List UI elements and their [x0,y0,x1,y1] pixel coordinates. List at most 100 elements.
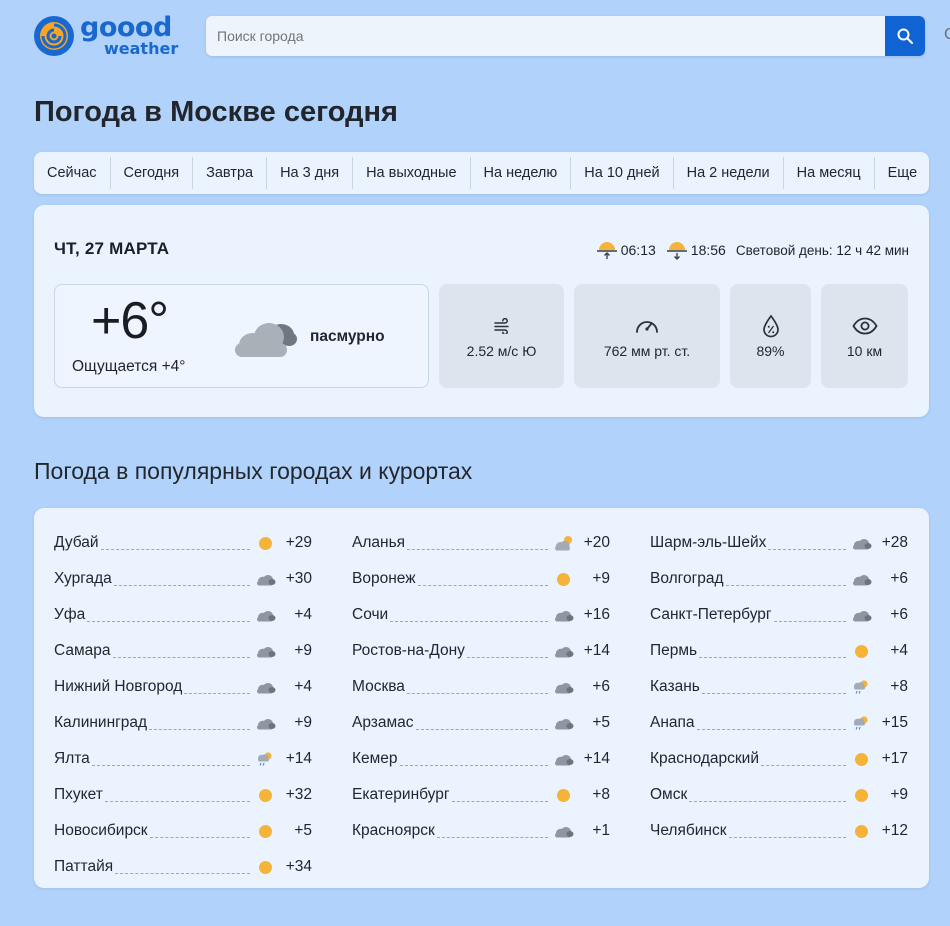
rain-sun-icon [850,679,872,695]
popular-cities-title: Погода в популярных городах и курортах [34,458,473,484]
city-row[interactable]: Ялта +14 [54,741,312,777]
logo[interactable]: goood weather [34,12,178,58]
dotted-leader [689,800,846,802]
dotted-leader [87,620,250,622]
sun-icon [850,751,872,767]
city-row[interactable]: Пермь +4 [650,633,908,669]
city-temperature: +30 [285,570,312,587]
tab-0[interactable]: Сейчас [34,157,111,189]
city-row[interactable]: Красноярск +1 [352,813,610,849]
city-row[interactable]: Сочи +16 [352,597,610,633]
city-name[interactable]: Волгоград [650,570,724,588]
tab-8[interactable]: На месяц [784,157,875,189]
city-name[interactable]: Сочи [352,606,388,624]
city-row[interactable]: Пхукет +32 [54,777,312,813]
city-row[interactable]: Екатеринбург +8 [352,777,610,813]
dotted-leader [415,728,548,730]
city-name[interactable]: Хургада [54,570,112,588]
city-name[interactable]: Аланья [352,534,405,552]
city-temperature: +9 [294,642,312,659]
city-row[interactable]: Шарм-эль-Шейх +28 [650,525,908,561]
dotted-leader [407,548,548,550]
page-title: Погода в Москве сегодня [34,96,398,128]
dotted-leader [699,656,846,658]
city-name[interactable]: Арзамас [352,714,414,732]
wind-icon [493,318,509,334]
city-name[interactable]: Ростов-на-Дону [352,642,465,660]
city-name[interactable]: Казань [650,678,700,696]
city-name[interactable]: Екатеринбург [352,786,450,804]
cloud-icon [552,679,574,695]
city-row[interactable]: Дубай +29 [54,525,312,561]
city-row[interactable]: Омск +9 [650,777,908,813]
tab-6[interactable]: На 10 дней [571,157,674,189]
city-name[interactable]: Москва [352,678,405,696]
city-name[interactable]: Кемер [352,750,398,768]
city-row[interactable]: Аланья +20 [352,525,610,561]
city-row[interactable]: Челябинск +12 [650,813,908,849]
city-name[interactable]: Калининград [54,714,147,732]
visibility-metric: 10 км [821,284,908,388]
cloud-icon [850,607,872,623]
sun-icon [254,859,276,875]
sunset-time: 18:56 [690,242,726,258]
city-name[interactable]: Новосибирск [54,822,148,840]
tab-9[interactable]: Еще [875,157,931,189]
city-name[interactable]: Краснодарский [650,750,759,768]
sun-icon [254,823,276,839]
popular-cities-card: Дубай +29 Хургада +30 Уфа +4 Самара +9 Нижний Но… [34,508,929,888]
city-name[interactable]: Нижний Новгород [54,678,182,696]
city-row[interactable]: Арзамас +5 [352,705,610,741]
city-row[interactable]: Казань +8 [650,669,908,705]
city-row[interactable]: Нижний Новгород +4 [54,669,312,705]
city-name[interactable]: Паттайя [54,858,113,876]
city-row[interactable]: Ростов-на-Дону +14 [352,633,610,669]
cloud-icon [254,607,276,623]
city-row[interactable]: Калининград +9 [54,705,312,741]
search-input[interactable] [206,16,885,56]
city-row[interactable]: Кемер +14 [352,741,610,777]
city-row[interactable]: Уфа +4 [54,597,312,633]
search-icon [897,28,913,44]
city-row[interactable]: Хургада +30 [54,561,312,597]
city-name[interactable]: Шарм-эль-Шейх [650,534,766,552]
city-row[interactable]: Самара +9 [54,633,312,669]
city-row[interactable]: Воронеж +9 [352,561,610,597]
city-temperature: +32 [285,786,312,803]
city-row[interactable]: Волгоград +6 [650,561,908,597]
tab-2[interactable]: Завтра [193,157,268,189]
city-name[interactable]: Анапа [650,714,695,732]
city-row[interactable]: Краснодарский +17 [650,741,908,777]
city-name[interactable]: Пхукет [54,786,103,804]
city-row[interactable]: Новосибирск +5 [54,813,312,849]
cloud-icon [254,571,276,587]
tab-4[interactable]: На выходные [353,157,471,189]
temperature-box: +6° Ощущается +4° пасмурно [54,284,429,388]
cloud-icon [254,679,276,695]
tab-7[interactable]: На 2 недели [674,157,784,189]
city-name[interactable]: Самара [54,642,111,660]
city-name[interactable]: Челябинск [650,822,727,840]
city-row[interactable]: Паттайя +34 [54,849,312,885]
city-name[interactable]: Ялта [54,750,90,768]
city-name[interactable]: Омск [650,786,687,804]
cloud-icon [235,323,297,357]
header-extra-glyph[interactable]: С [944,26,950,44]
city-row[interactable]: Анапа +15 [650,705,908,741]
city-name[interactable]: Уфа [54,606,85,624]
weather-condition: пасмурно [310,328,385,345]
city-name[interactable]: Санкт-Петербург [650,606,772,624]
city-name[interactable]: Красноярск [352,822,435,840]
city-name[interactable]: Воронеж [352,570,416,588]
tab-5[interactable]: На неделю [471,157,572,189]
search-button[interactable] [885,16,925,56]
cloud-icon [552,751,574,767]
city-row[interactable]: Санкт-Петербург +6 [650,597,908,633]
city-name[interactable]: Пермь [650,642,697,660]
tab-1[interactable]: Сегодня [111,157,194,189]
city-name[interactable]: Дубай [54,534,99,552]
city-row[interactable]: Москва +6 [352,669,610,705]
wind-value: 2.52 м/с Ю [466,343,537,359]
tab-3[interactable]: На 3 дня [267,157,354,189]
city-temperature: +14 [583,750,610,767]
